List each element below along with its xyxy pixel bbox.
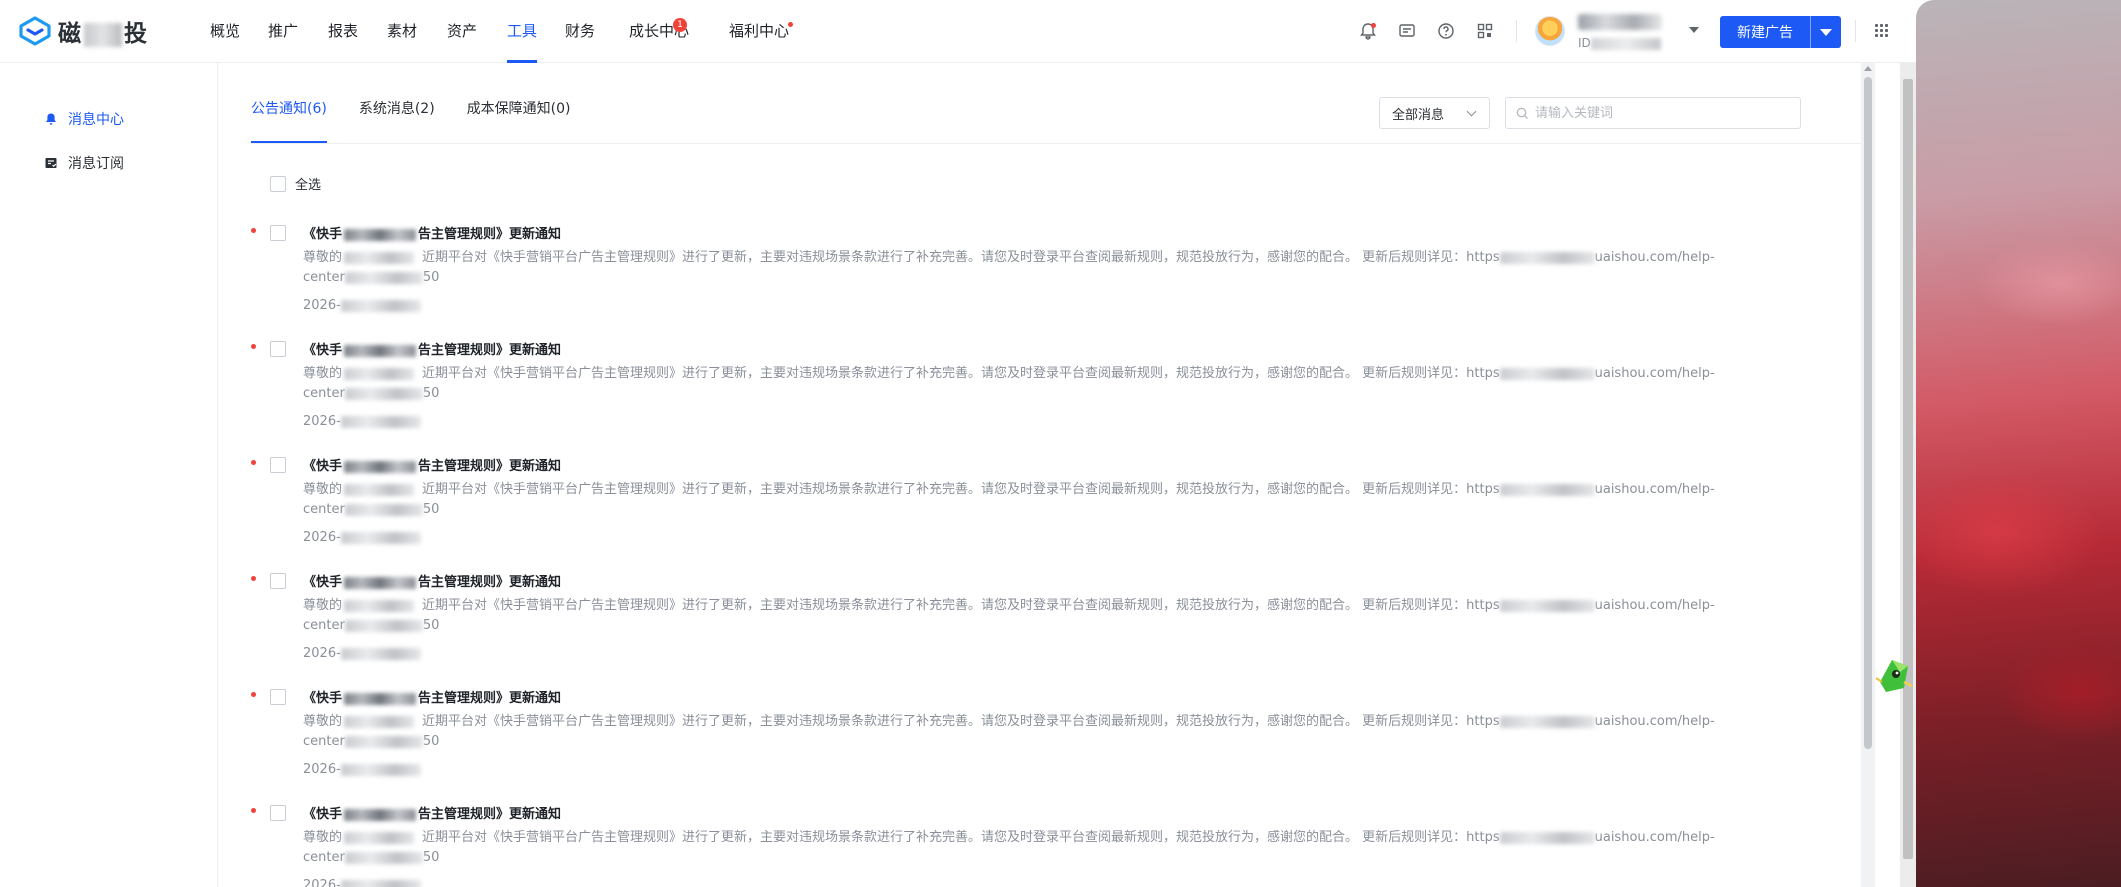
help-icon[interactable] <box>1437 22 1455 40</box>
new-ad-dropdown-icon[interactable] <box>1811 16 1841 48</box>
message-filter-select[interactable]: 全部消息 <box>1379 97 1490 129</box>
tabs-divider <box>251 143 1867 144</box>
message-checkbox[interactable] <box>270 805 286 821</box>
unread-dot <box>251 576 256 581</box>
nav-welfare-center[interactable]: 福利中心 <box>729 0 829 63</box>
unread-dot <box>251 228 256 233</box>
new-ad-button[interactable]: 新建广告 <box>1720 16 1841 48</box>
message-title[interactable]: 《快手 告主管理规则》更新通知 <box>303 803 561 822</box>
header-divider <box>1855 20 1856 42</box>
message-checkbox[interactable] <box>270 341 286 357</box>
sidebar-item-label: 消息订阅 <box>68 156 124 172</box>
search-input[interactable] <box>1535 105 1775 121</box>
account-name-redacted[interactable] <box>1578 14 1662 30</box>
account-dropdown-icon[interactable] <box>1689 27 1699 33</box>
tab-announcements[interactable]: 公告通知(6) <box>251 83 327 143</box>
sidebar-item-message-center[interactable]: 消息中心 <box>44 109 124 129</box>
logo-mark-icon <box>19 16 51 46</box>
search-icon <box>1516 107 1529 119</box>
sidebar-item-subscription[interactable]: 消息订阅 <box>44 153 124 173</box>
nav-tools[interactable]: 工具 <box>507 0 538 63</box>
message-body: 尊敬的 近期平台对《快手营销平台广告主管理规则》进行了更新，主要对违规场景条款进行… <box>303 714 1715 749</box>
message-date: 2026- <box>303 878 421 887</box>
window-scroll-thumb[interactable] <box>1903 79 1913 859</box>
message-list-scrollbar[interactable] <box>1861 63 1875 887</box>
nav-finance[interactable]: 财务 <box>565 0 629 63</box>
main-nav: 概览 推广 报表 素材 资产 工具 财务 成长中心 1 福利中心 <box>210 0 829 63</box>
message-body: 尊敬的 近期平台对《快手营销平台广告主管理规则》进行了更新，主要对违规场景条款进行… <box>303 598 1715 633</box>
message-body: 尊敬的 近期平台对《快手营销平台广告主管理规则》进行了更新，主要对违规场景条款进行… <box>303 830 1715 865</box>
welfare-dot <box>788 22 793 27</box>
nav-materials[interactable]: 素材 <box>387 0 447 63</box>
message-title[interactable]: 《快手 告主管理规则》更新通知 <box>303 687 561 706</box>
scroll-thumb[interactable] <box>1864 77 1872 749</box>
avatar[interactable] <box>1535 16 1565 46</box>
tab-cost-guarantee[interactable]: 成本保障通知(0) <box>467 83 571 143</box>
unread-dot <box>251 344 256 349</box>
apps-grid-icon[interactable] <box>1875 24 1889 38</box>
message-checkbox[interactable] <box>270 225 286 241</box>
message-title[interactable]: 《快手 告主管理规则》更新通知 <box>303 339 561 358</box>
message-checkbox[interactable] <box>270 573 286 589</box>
message-checkbox[interactable] <box>270 457 286 473</box>
header-divider <box>1516 20 1517 42</box>
message-title[interactable]: 《快手 告主管理规则》更新通知 <box>303 571 561 590</box>
brand-name: 磁投 <box>58 21 148 47</box>
sidebar-item-label: 消息中心 <box>68 112 124 128</box>
select-all-checkbox[interactable] <box>270 175 286 192</box>
window-scrollbar[interactable] <box>1900 63 1916 887</box>
message-body: 尊敬的 近期平台对《快手营销平台广告主管理规则》进行了更新，主要对违规场景条款进行… <box>303 250 1715 285</box>
scroll-up-icon[interactable] <box>1864 66 1872 71</box>
nav-assets[interactable]: 资产 <box>447 0 507 63</box>
message-body: 尊敬的 近期平台对《快手营销平台广告主管理规则》进行了更新，主要对违规场景条款进行… <box>303 482 1715 517</box>
message-body: 尊敬的 近期平台对《快手营销平台广告主管理规则》进行了更新，主要对违规场景条款进行… <box>303 366 1715 401</box>
nav-tools-wrap: 工具 <box>507 0 565 63</box>
nav-promotion[interactable]: 推广 <box>268 0 328 63</box>
brand-logo[interactable]: 磁投 <box>18 14 148 48</box>
tab-system-messages[interactable]: 系统消息(2) <box>359 83 435 143</box>
message-date: 2026- <box>303 646 421 661</box>
account-id: ID <box>1578 36 1661 50</box>
top-header: 磁投 概览 推广 报表 素材 资产 工具 财务 成长中心 1 福利中心 ID 新… <box>0 0 1916 63</box>
desktop-pet-icon[interactable] <box>1874 652 1914 696</box>
message-date: 2026- <box>303 762 421 777</box>
message-title[interactable]: 《快手 告主管理规则》更新通知 <box>303 455 561 474</box>
nav-overview[interactable]: 概览 <box>210 0 268 63</box>
new-ad-label[interactable]: 新建广告 <box>1720 16 1811 48</box>
nav-reports[interactable]: 报表 <box>328 0 387 63</box>
filter-selected-value: 全部消息 <box>1392 107 1445 123</box>
bell-icon <box>46 113 56 125</box>
growth-badge: 1 <box>673 18 687 32</box>
unread-dot <box>251 460 256 465</box>
message-date: 2026- <box>303 298 421 313</box>
unread-dot <box>251 808 256 813</box>
select-all[interactable]: 全选 <box>270 174 321 193</box>
desktop-wallpaper <box>1916 0 2121 887</box>
message-panel: 公告通知(6) 系统消息(2) 成本保障通知(0) 全部消息 全选 《快手告主管… <box>219 63 1881 887</box>
qrcode-icon[interactable] <box>1476 22 1494 40</box>
sidebar: 消息中心 消息订阅 <box>0 63 218 887</box>
message-date: 2026- <box>303 530 421 545</box>
select-all-label: 全选 <box>295 178 322 193</box>
unread-dot <box>251 692 256 697</box>
message-icon[interactable] <box>1398 22 1416 40</box>
message-tabs: 公告通知(6) 系统消息(2) 成本保障通知(0) <box>251 83 603 143</box>
subscribe-icon <box>45 158 57 168</box>
bell-icon[interactable] <box>1359 22 1377 40</box>
message-date: 2026- <box>303 414 421 429</box>
message-title[interactable]: 《快手 告主管理规则》更新通知 <box>303 223 561 242</box>
search-box[interactable] <box>1505 97 1801 129</box>
message-checkbox[interactable] <box>270 689 286 705</box>
chevron-down-icon <box>1466 106 1477 117</box>
nav-growth-center[interactable]: 成长中心 1 <box>629 0 729 63</box>
